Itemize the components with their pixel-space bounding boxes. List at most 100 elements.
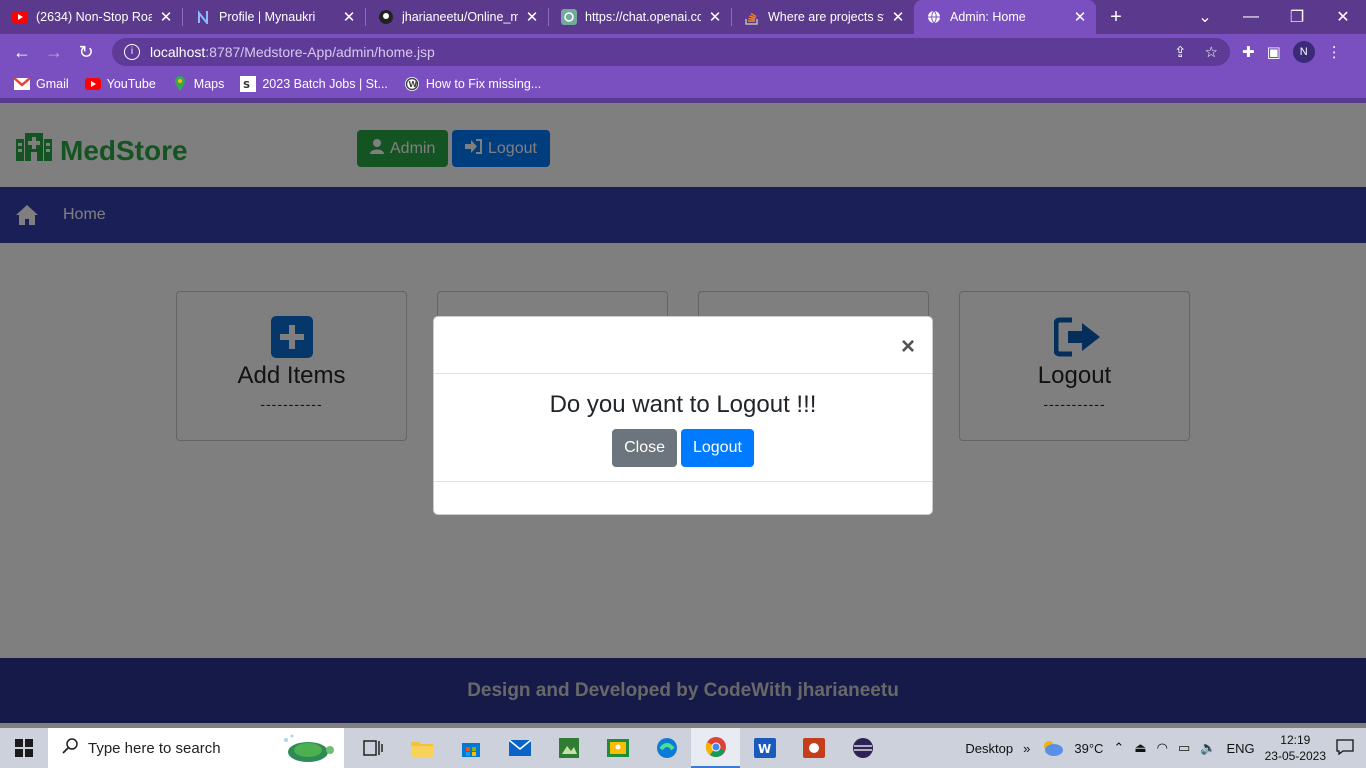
bookmark-label: YouTube [106,77,156,91]
browser-tab-bar: (2634) Non-Stop Road ✕ Profile | Mynaukr… [0,0,1366,34]
tab-search-chevron-icon[interactable]: ⌄ [1182,7,1228,27]
mail-icon[interactable] [495,728,544,768]
naukri-icon [195,9,211,25]
tab-naukri[interactable]: Profile | Mynaukri ✕ [183,0,365,34]
notification-icon[interactable] [1336,738,1354,758]
file-explorer-icon[interactable] [397,728,446,768]
url-path: :8787/Medstore-App/admin/home.jsp [205,44,435,60]
clock-date: 23-05-2023 [1264,749,1326,763]
toolbar-expand-icon[interactable]: » [1023,741,1030,756]
bookmarks-bar: Gmail YouTube Maps S 2023 Batch Jobs | S… [0,70,1366,98]
minimize-icon[interactable]: — [1228,8,1274,26]
svg-text:S: S [243,80,250,91]
weather-cloud-icon[interactable] [1040,737,1064,760]
tab-chatgpt[interactable]: https://chat.openai.co ✕ [549,0,731,34]
tab-title: Profile | Mynaukri [219,10,316,24]
url-bar[interactable]: i localhost:8787/Medstore-App/admin/home… [112,38,1230,66]
search-icon [62,738,78,758]
svg-text:W: W [408,80,417,89]
system-tray: Desktop » 39°C ⌃ ⏏ ◠ ▭ 🔈 ENG 12:19 23-05… [965,728,1366,768]
reload-icon[interactable]: ↻ [70,42,102,63]
svg-text:W: W [758,742,771,756]
back-icon[interactable]: ← [6,42,38,63]
usb-drive-icon[interactable]: ⏏ [1134,740,1146,756]
close-tab-icon[interactable]: ✕ [158,8,174,26]
bookmark-batch-jobs[interactable]: S 2023 Batch Jobs | St... [240,76,388,92]
tab-title: Admin: Home [950,10,1026,24]
maps-icon [172,76,188,91]
clock-time: 12:19 [1280,733,1311,747]
close-tab-icon[interactable]: ✕ [341,8,357,26]
openai-icon [561,9,577,25]
task-view-icon[interactable] [348,728,397,768]
gmail-icon [14,77,30,91]
close-tab-icon[interactable]: ✕ [524,8,540,26]
windows-start-icon[interactable] [0,728,48,768]
close-tab-icon[interactable]: ✕ [1072,8,1088,26]
windows-taskbar: Type here to search W Desktop » 39°C ⌃ ⏏… [0,728,1366,768]
clock[interactable]: 12:19 23-05-2023 [1265,732,1326,764]
tab-title: https://chat.openai.co [585,10,701,24]
tab-title: Where are projects sto [768,10,884,24]
close-tab-icon[interactable]: ✕ [890,8,906,26]
tab-github[interactable]: jharianeetu/Online_m ✕ [366,0,548,34]
weather-temperature[interactable]: 39°C [1074,741,1103,756]
youtube-icon [84,77,101,91]
bookmark-label: Maps [193,77,225,91]
share-icon[interactable]: ⇪ [1174,43,1187,61]
chevron-up-icon[interactable]: ⌃ [1113,740,1124,756]
tab-admin-home[interactable]: Admin: Home ✕ [914,0,1096,34]
chrome-icon[interactable] [691,728,740,768]
modal-body: Do you want to Logout !!! Close Logout [434,374,932,482]
modal-close-button[interactable]: Close [612,429,677,467]
speaker-icon[interactable]: 🔈 [1200,740,1216,756]
eclipse-icon[interactable] [838,728,887,768]
new-tab-icon[interactable]: + [1096,6,1136,29]
classroom-icon[interactable] [593,728,642,768]
language-indicator[interactable]: ENG [1226,741,1254,756]
modal-question: Do you want to Logout !!! [549,391,817,418]
forward-icon[interactable]: → [38,42,70,63]
search-placeholder: Type here to search [88,739,221,757]
powerpoint-icon[interactable] [789,728,838,768]
desktop-toolbar-label[interactable]: Desktop [965,741,1013,756]
photos-icon[interactable] [544,728,593,768]
github-icon [378,9,394,25]
tab-title: jharianeetu/Online_m [402,10,518,24]
store-icon[interactable] [446,728,495,768]
address-toolbar: ← → ↻ i localhost:8787/Medstore-App/admi… [0,34,1366,70]
profile-avatar[interactable]: N [1292,41,1315,63]
edge-icon[interactable] [642,728,691,768]
close-tab-icon[interactable]: ✕ [707,8,723,26]
bookmark-gmail[interactable]: Gmail [14,77,69,91]
modal-logout-button[interactable]: Logout [680,429,754,467]
tab-title: (2634) Non-Stop Road [36,10,152,24]
battery-icon[interactable]: ▭ [1178,740,1190,756]
close-window-icon[interactable]: ✕ [1320,7,1366,27]
turtle-doodle-icon [276,732,336,764]
side-panel-icon[interactable]: ▣ [1267,43,1281,61]
taskbar-search-box[interactable]: Type here to search [48,728,344,768]
logout-confirm-modal: × Do you want to Logout !!! Close Logout [433,316,933,515]
jobs-icon: S [240,76,257,92]
word-icon[interactable]: W [740,728,789,768]
bookmark-star-icon[interactable]: ☆ [1205,43,1218,61]
restore-icon[interactable]: ❐ [1274,7,1320,27]
tab-youtube[interactable]: (2634) Non-Stop Road ✕ [0,0,182,34]
bookmark-youtube[interactable]: YouTube [84,77,156,91]
bookmark-wordpress[interactable]: W How to Fix missing... [404,77,541,91]
url-host: localhost [150,44,206,60]
globe-icon [926,9,942,25]
tab-stackoverflow[interactable]: Where are projects sto ✕ [732,0,914,34]
bookmark-label: Gmail [36,77,69,91]
youtube-icon [12,9,28,25]
site-info-icon[interactable]: i [124,44,140,60]
extensions-puzzle-icon[interactable]: ✚ [1242,43,1255,61]
modal-header: × [434,317,932,374]
bookmark-maps[interactable]: Maps [172,76,225,91]
bookmark-label: How to Fix missing... [425,77,542,91]
wordpress-icon: W [404,77,420,91]
modal-close-icon[interactable]: × [901,335,915,359]
kebab-menu-icon[interactable]: ⋮ [1327,43,1342,61]
wifi-icon[interactable]: ◠ [1157,740,1168,756]
